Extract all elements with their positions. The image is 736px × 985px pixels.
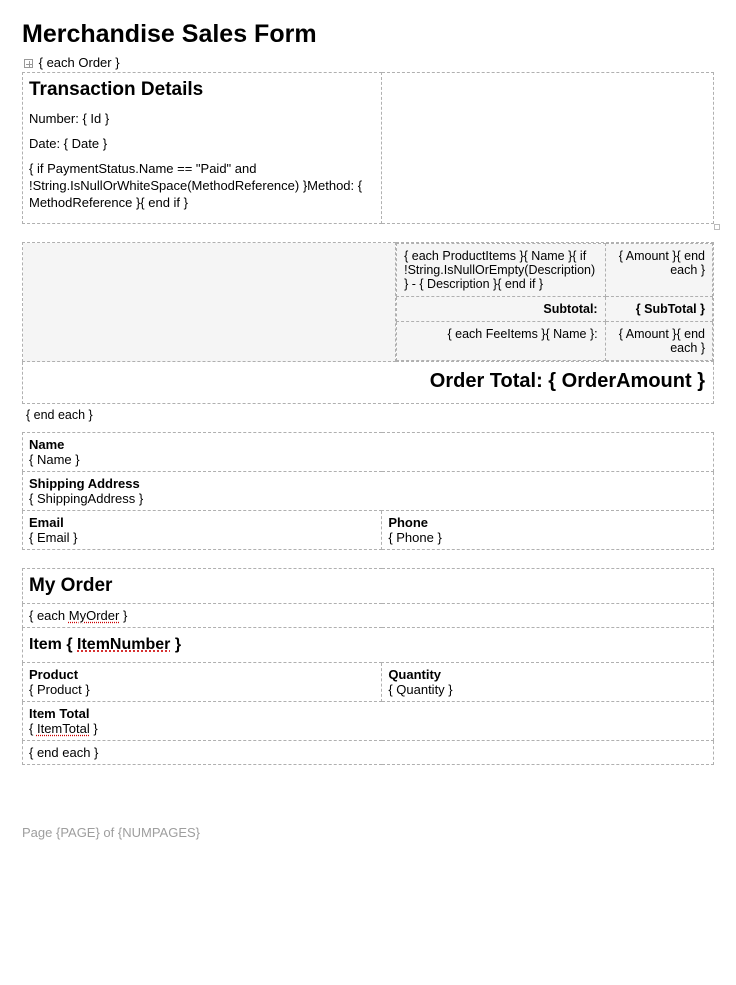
item-total-close: } [90, 721, 98, 736]
end-each-myorder-cell: { end each } [23, 741, 714, 765]
items-inner-table: { each ProductItems }{ Name }{ if !Strin… [396, 243, 713, 361]
email-cell: Email { Email } [23, 511, 382, 550]
email-label: Email [29, 515, 375, 530]
transaction-empty-cell [382, 73, 714, 224]
item-heading-prefix: Item { [29, 636, 77, 653]
order-total-text: Order Total: { OrderAmount } [31, 370, 705, 393]
shipping-label: Shipping Address [29, 476, 707, 491]
items-table: { each ProductItems }{ Name }{ if !Strin… [22, 242, 714, 404]
transaction-details-cell: Transaction Details Number: { Id } Date:… [23, 73, 382, 224]
product-label: Product [29, 667, 375, 682]
item-total-label: Item Total [29, 706, 707, 721]
quantity-cell: Quantity { Quantity } [382, 663, 714, 702]
item-heading-cell: Item { ItemNumber } [23, 628, 714, 663]
product-items-cell: { each ProductItems }{ Name }{ if !Strin… [397, 244, 605, 297]
fee-amount-cell: { Amount }{ end each } [605, 322, 712, 361]
resize-handle-icon [714, 224, 720, 230]
customer-info-table: Name { Name } Shipping Address { Shippin… [22, 432, 714, 550]
each-order-marker: { each Order } [24, 55, 714, 70]
shipping-value: { ShippingAddress } [29, 491, 707, 506]
fee-items-cell: { each FeeItems }{ Name }: [397, 322, 605, 361]
phone-cell: Phone { Phone } [382, 511, 714, 550]
name-value: { Name } [29, 452, 707, 467]
subtotal-label-cell: Subtotal: [397, 297, 605, 322]
my-order-heading: My Order [29, 575, 707, 597]
item-total-link: ItemTotal [37, 721, 90, 736]
phone-value: { Phone } [388, 530, 707, 545]
end-each-order: { end each } [26, 408, 714, 422]
each-myorder-close: } [119, 608, 127, 623]
item-total-cell: Item Total { ItemTotal } [23, 702, 714, 741]
each-myorder-open: { each [29, 608, 69, 623]
phone-label: Phone [388, 515, 707, 530]
transaction-table: Transaction Details Number: { Id } Date:… [22, 72, 714, 224]
item-total-open: { [29, 721, 37, 736]
each-myorder-link: MyOrder [69, 608, 120, 623]
each-order-text: { each Order } [39, 55, 120, 70]
product-cell: Product { Product } [23, 663, 382, 702]
items-left-pad [23, 243, 396, 362]
customer-name-cell: Name { Name } [23, 433, 714, 472]
transaction-heading: Transaction Details [29, 79, 375, 101]
transaction-date: Date: { Date } [29, 136, 375, 153]
quantity-value: { Quantity } [388, 682, 707, 697]
page-title: Merchandise Sales Form [22, 20, 714, 49]
shipping-cell: Shipping Address { ShippingAddress } [23, 472, 714, 511]
transaction-number: Number: { Id } [29, 111, 375, 128]
table-anchor-icon [24, 59, 33, 68]
item-number-link: ItemNumber [77, 636, 170, 653]
subtotal-value-cell: { SubTotal } [605, 297, 712, 322]
item-heading-suffix: } [170, 636, 181, 653]
each-myorder-cell: { each MyOrder } [23, 604, 714, 628]
transaction-conditional: { if PaymentStatus.Name == "Paid" and !S… [29, 161, 375, 212]
my-order-heading-cell: My Order [23, 569, 714, 604]
product-amount-cell: { Amount }{ end each } [605, 244, 712, 297]
name-label: Name [29, 437, 707, 452]
page-footer: Page {PAGE} of {NUMPAGES} [22, 825, 714, 840]
end-each-myorder: { end each } [29, 745, 98, 760]
quantity-label: Quantity [388, 667, 707, 682]
product-value: { Product } [29, 682, 375, 697]
email-value: { Email } [29, 530, 375, 545]
items-right-wrap: { each ProductItems }{ Name }{ if !Strin… [396, 243, 714, 362]
order-total-cell: Order Total: { OrderAmount } [23, 362, 714, 404]
my-order-table: My Order { each MyOrder } Item { ItemNum… [22, 568, 714, 765]
